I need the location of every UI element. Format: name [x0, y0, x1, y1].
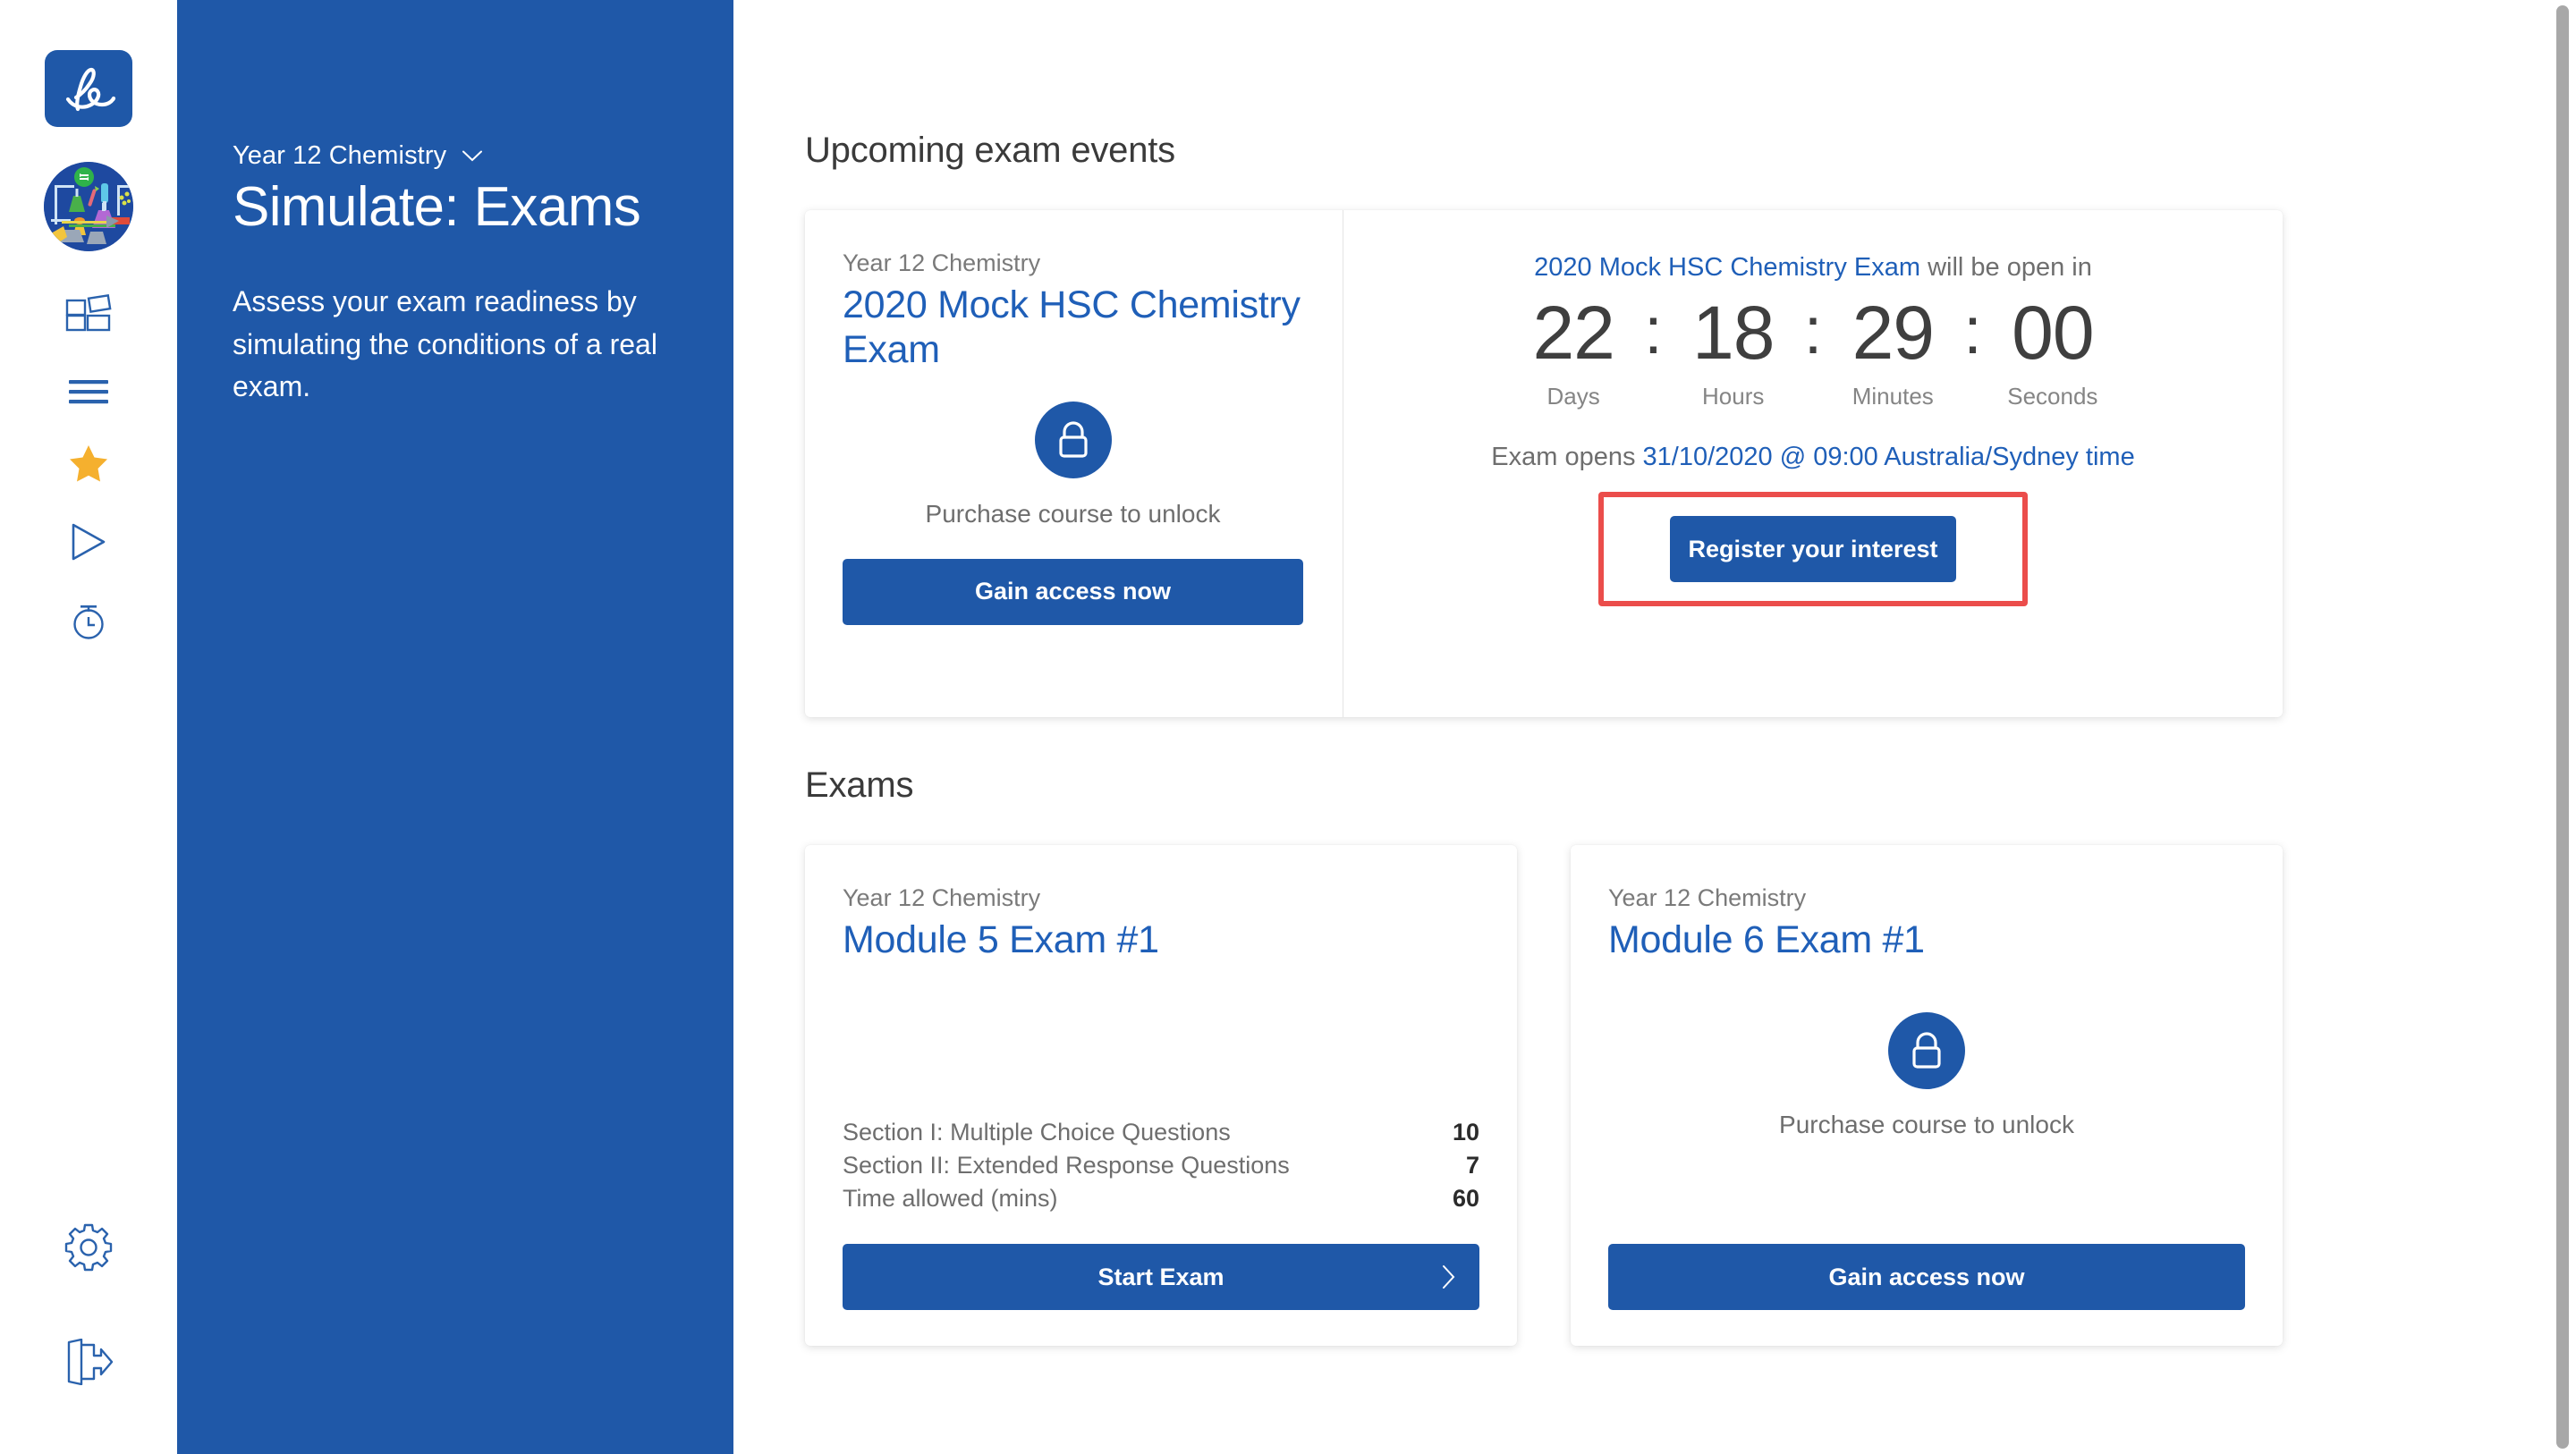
gain-access-now-button[interactable]: Gain access now — [1608, 1244, 2245, 1310]
start-exam-button-label: Start Exam — [1097, 1263, 1224, 1290]
exam-spec-row: Section I: Multiple Choice Questions 10 — [843, 1116, 1479, 1149]
event-lock-block: Purchase course to unlock — [843, 401, 1303, 528]
logout-door-icon[interactable] — [53, 1326, 124, 1398]
icon-rail — [0, 0, 177, 1454]
exam-card-title[interactable]: Module 6 Exam #1 — [1608, 917, 2245, 962]
exam-card-course: Year 12 Chemistry — [1608, 884, 1807, 911]
gear-icon[interactable] — [53, 1212, 124, 1283]
event-card-left: Year 12 Chemistry 2020 Mock HSC Chemistr… — [805, 210, 1343, 717]
page-description: Assess your exam readiness by simulating… — [233, 285, 657, 403]
countdown-minutes-value: 29 — [1852, 291, 1935, 375]
upcoming-event-card: Year 12 Chemistry 2020 Mock HSC Chemistr… — [805, 210, 2283, 717]
vertical-scrollbar[interactable] — [2556, 5, 2569, 1449]
lock-icon — [1034, 401, 1112, 478]
countdown-hours: 18 Hours — [1666, 295, 1801, 410]
main-content: Upcoming exam events Year 12 Chemistry 2… — [733, 0, 2576, 1454]
exam-card-title[interactable]: Module 5 Exam #1 — [843, 917, 1479, 962]
countdown-days-label: Days — [1546, 383, 1600, 410]
gain-access-now-button[interactable]: Gain access now — [843, 558, 1303, 625]
countdown-timer: 22 Days : 18 Hours : 29 Minutes: 00 Sec… — [1506, 295, 2120, 410]
countdown-seconds: 00 Seconds — [1986, 295, 2120, 410]
chevron-right-icon — [1442, 1264, 1456, 1289]
grid-blocks-icon[interactable] — [53, 277, 124, 349]
hamburger-lines-icon[interactable] — [53, 356, 124, 427]
exam-card-module-6: Year 12 Chemistry Module 6 Exam #1 Purch… — [1571, 845, 2283, 1346]
countdown-separator: : — [1803, 293, 1823, 368]
countdown-seconds-value: 00 — [2012, 291, 2094, 375]
countdown-hours-label: Hours — [1702, 383, 1765, 410]
star-icon[interactable] — [53, 427, 124, 499]
course-context-panel: Year 12 Chemistry Simulate: Exams Assess… — [177, 0, 733, 1454]
play-triangle-icon[interactable] — [53, 506, 124, 578]
countdown-minutes: 29 Minutes — [1826, 295, 1960, 410]
exam-card-course: Year 12 Chemistry — [843, 884, 1041, 911]
course-selector-label: Year 12 Chemistry — [233, 141, 447, 170]
countdown-separator: : — [1644, 293, 1663, 368]
exam-spec-row: Section II: Extended Response Questions … — [843, 1149, 1479, 1182]
app-root: Year 12 Chemistry Simulate: Exams Assess… — [0, 0, 2576, 1454]
exam-spec-label: Section I: Multiple Choice Questions — [843, 1119, 1231, 1145]
countdown-days-value: 22 — [1532, 291, 1614, 375]
exam-spec-value: 10 — [1452, 1119, 1479, 1145]
exam-opens-prefix: Exam opens — [1491, 443, 1643, 471]
countdown-event-name[interactable]: 2020 Mock HSC Chemistry Exam — [1534, 253, 1920, 282]
countdown-seconds-label: Seconds — [2007, 383, 2098, 410]
countdown-heading-rest: will be open in — [1920, 253, 2092, 282]
exam-spec-row: Time allowed (mins) 60 — [843, 1182, 1479, 1215]
exam-spec-value: 7 — [1465, 1152, 1479, 1179]
event-card-course: Year 12 Chemistry — [843, 249, 1041, 276]
event-card-title[interactable]: 2020 Mock HSC Chemistry Exam — [843, 283, 1303, 373]
exam-lock-caption: Purchase course to unlock — [1779, 1111, 2074, 1139]
exam-card-row: Year 12 Chemistry Module 5 Exam #1 Secti… — [805, 845, 2433, 1346]
upcoming-section-title: Upcoming exam events — [805, 131, 1175, 170]
event-lock-caption: Purchase course to unlock — [925, 499, 1221, 528]
clock-timer-icon[interactable] — [53, 585, 124, 656]
event-card-right: 2020 Mock HSC Chemistry Exam will be ope… — [1343, 210, 2283, 717]
exam-spec-list: Section I: Multiple Choice Questions 10 … — [843, 1116, 1479, 1215]
exam-spec-label: Time allowed (mins) — [843, 1185, 1058, 1212]
chemistry-course-icon[interactable] — [44, 162, 133, 251]
register-highlight-box: Register your interest — [1598, 492, 2028, 606]
exams-section-title: Exams — [805, 765, 914, 805]
countdown-hours-value: 18 — [1692, 291, 1775, 375]
countdown-heading: 2020 Mock HSC Chemistry Exam will be ope… — [1534, 253, 2092, 283]
lock-icon — [1888, 1012, 1965, 1090]
le-logo-icon[interactable] — [45, 50, 132, 127]
exam-card-module-5: Year 12 Chemistry Module 5 Exam #1 Secti… — [805, 845, 1517, 1346]
chevron-down-icon — [462, 150, 483, 162]
countdown-days: 22 Days — [1506, 295, 1640, 410]
exam-opens-line: Exam opens 31/10/2020 @ 09:00 Australia/… — [1491, 443, 2134, 472]
course-selector[interactable]: Year 12 Chemistry — [233, 141, 678, 171]
exam-spec-label: Section II: Extended Response Questions — [843, 1152, 1290, 1179]
exam-lock-block: Purchase course to unlock — [1608, 1012, 2245, 1139]
countdown-minutes-label: Minutes — [1852, 383, 1934, 410]
countdown-separator: : — [1963, 293, 1982, 368]
page-title: Simulate: Exams — [233, 176, 641, 238]
start-exam-button[interactable]: Start Exam — [843, 1244, 1479, 1310]
exam-spec-value: 60 — [1452, 1185, 1479, 1212]
exam-opens-datetime: 31/10/2020 @ 09:00 Australia/Sydney time — [1642, 443, 2135, 471]
register-your-interest-button[interactable]: Register your interest — [1670, 516, 1956, 582]
